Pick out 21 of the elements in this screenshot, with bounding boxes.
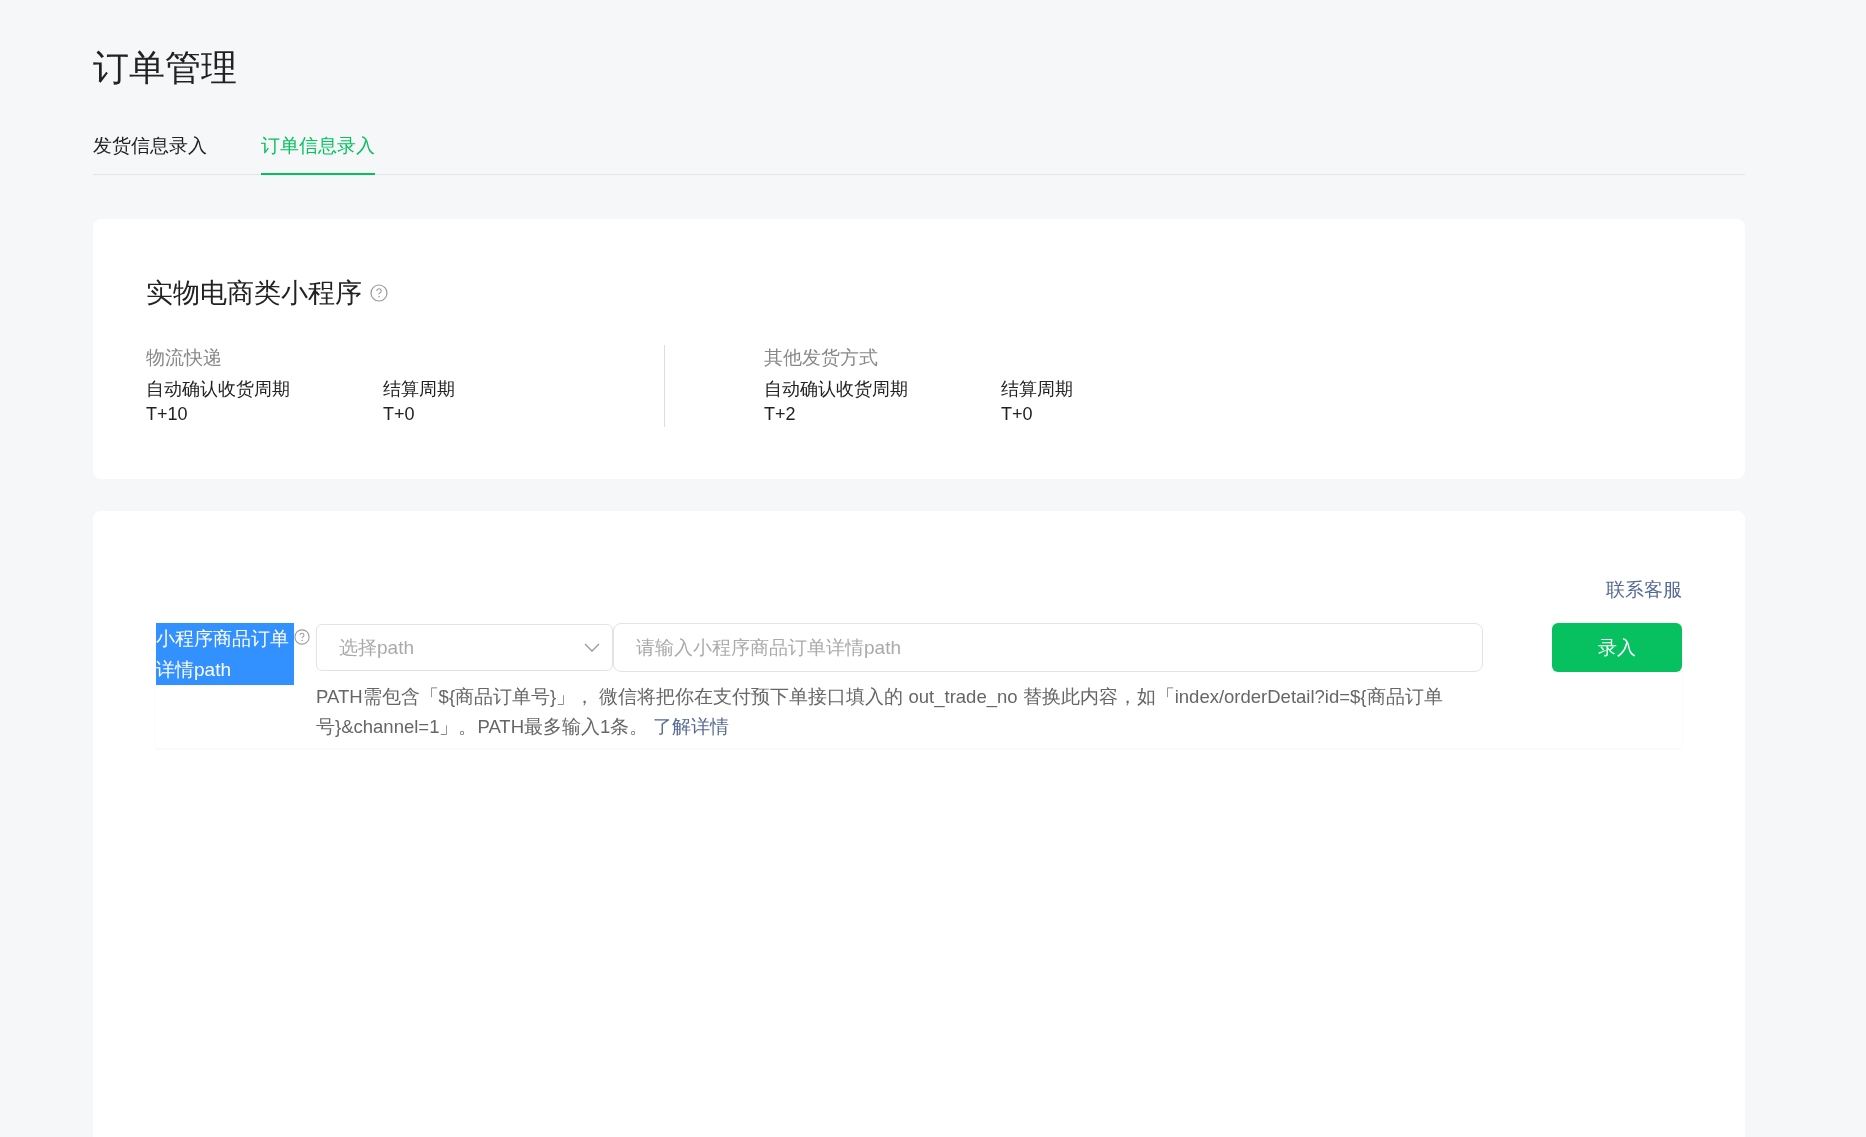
item-value: T+0 bbox=[383, 404, 416, 425]
field-label: 小程序商品订单详情path bbox=[156, 623, 294, 685]
tab[interactable]: 发货信息录入 bbox=[93, 133, 207, 175]
item-label: 结算周期 bbox=[383, 378, 456, 401]
hint-text: PATH需包含「${商品订单号}」， 微信将把你在支付预下单接口填入的 out_trade_no 替换此内容，如「index/orderDetail?id=${商品订单号}&channel=1」。PATH最多输入1条。 了解详情 bbox=[316, 685, 1444, 739]
chevron-down-icon bbox=[584, 642, 600, 653]
item-label: 自动确认收货周期 bbox=[146, 378, 291, 401]
learn-more-link[interactable]: 了解详情 bbox=[653, 716, 730, 737]
item-value: T+0 bbox=[1001, 404, 1034, 425]
contact-link[interactable]: 联系客服 bbox=[1606, 577, 1682, 603]
item-label: 结算周期 bbox=[1001, 378, 1074, 401]
item-value: T+2 bbox=[764, 404, 797, 425]
page-title: 订单管理 bbox=[93, 46, 238, 90]
card-title: 实物电商类小程序 bbox=[146, 277, 362, 310]
item-label: 自动确认收货周期 bbox=[764, 378, 909, 401]
path-input[interactable]: 请输入小程序商品订单详情path bbox=[613, 623, 1483, 672]
help-icon[interactable] bbox=[294, 629, 310, 645]
help-icon[interactable] bbox=[370, 284, 388, 302]
group-title: 其他发货方式 bbox=[764, 346, 879, 370]
group-title: 物流快递 bbox=[146, 346, 223, 370]
item-value: T+10 bbox=[146, 404, 189, 425]
